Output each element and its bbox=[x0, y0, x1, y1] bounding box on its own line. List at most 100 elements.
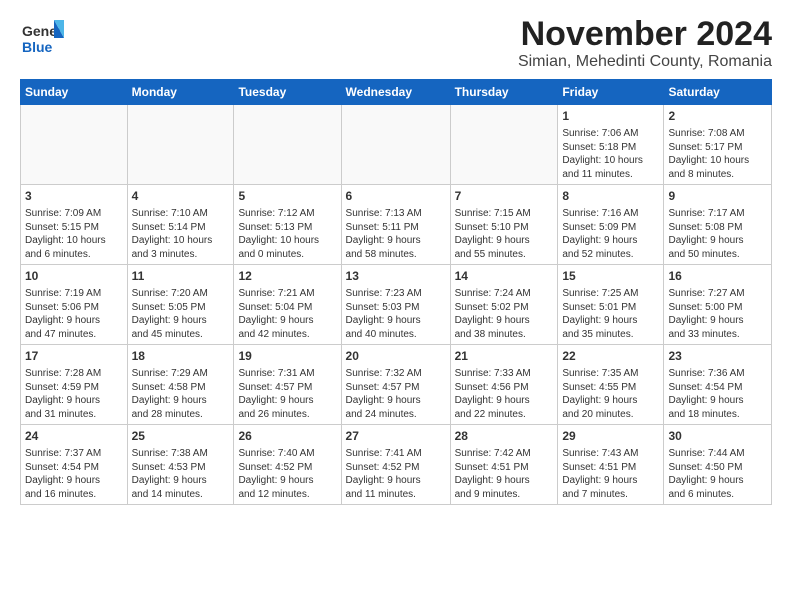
calendar-cell: 5 Sunrise: 7:12 AMSunset: 5:13 PMDaylight… bbox=[234, 185, 341, 265]
calendar-body: 1 Sunrise: 7:06 AMSunset: 5:18 PMDaylight… bbox=[21, 105, 772, 505]
logo: General Blue bbox=[20, 16, 64, 60]
day-number: 1 bbox=[562, 108, 659, 125]
weekday-header: Friday bbox=[558, 80, 664, 105]
weekday-header: Thursday bbox=[450, 80, 558, 105]
logo-svg: General Blue bbox=[20, 16, 64, 60]
day-info: Sunrise: 7:33 AMSunset: 4:56 PMDaylight:… bbox=[455, 367, 554, 421]
calendar-cell: 3 Sunrise: 7:09 AMSunset: 5:15 PMDaylight… bbox=[21, 185, 128, 265]
calendar-cell: 29 Sunrise: 7:43 AMSunset: 4:51 PMDayligh… bbox=[558, 425, 664, 505]
calendar-cell bbox=[234, 105, 341, 185]
day-number: 13 bbox=[346, 268, 446, 285]
day-info: Sunrise: 7:42 AMSunset: 4:51 PMDaylight:… bbox=[455, 447, 554, 501]
day-number: 16 bbox=[668, 268, 767, 285]
day-info: Sunrise: 7:32 AMSunset: 4:57 PMDaylight:… bbox=[346, 367, 446, 421]
calendar-cell: 30 Sunrise: 7:44 AMSunset: 4:50 PMDayligh… bbox=[664, 425, 772, 505]
day-info: Sunrise: 7:29 AMSunset: 4:58 PMDaylight:… bbox=[132, 367, 230, 421]
day-info: Sunrise: 7:12 AMSunset: 5:13 PMDaylight:… bbox=[238, 207, 336, 261]
day-number: 8 bbox=[562, 188, 659, 205]
calendar-cell: 25 Sunrise: 7:38 AMSunset: 4:53 PMDayligh… bbox=[127, 425, 234, 505]
day-info: Sunrise: 7:44 AMSunset: 4:50 PMDaylight:… bbox=[668, 447, 767, 501]
calendar-cell: 14Sunrise: 7:24 AMSunset: 5:02 PMDayligh… bbox=[450, 265, 558, 345]
day-number: 11 bbox=[132, 268, 230, 285]
day-number: 24 bbox=[25, 428, 123, 445]
day-info: Sunrise: 7:38 AMSunset: 4:53 PMDaylight:… bbox=[132, 447, 230, 501]
day-info: Sunrise: 7:09 AMSunset: 5:15 PMDaylight:… bbox=[25, 207, 123, 261]
day-number: 6 bbox=[346, 188, 446, 205]
calendar-cell: 15Sunrise: 7:25 AMSunset: 5:01 PMDayligh… bbox=[558, 265, 664, 345]
day-number: 28 bbox=[455, 428, 554, 445]
day-number: 4 bbox=[132, 188, 230, 205]
page: General Blue November 2024 Simian, Mehed… bbox=[0, 0, 792, 612]
day-info: Sunrise: 7:17 AMSunset: 5:08 PMDaylight:… bbox=[668, 207, 767, 261]
month-title: November 2024 bbox=[518, 16, 772, 53]
day-info: Sunrise: 7:35 AMSunset: 4:55 PMDaylight:… bbox=[562, 367, 659, 421]
calendar-table: SundayMondayTuesdayWednesdayThursdayFrid… bbox=[20, 79, 772, 505]
calendar-week: 24 Sunrise: 7:37 AMSunset: 4:54 PMDayligh… bbox=[21, 425, 772, 505]
day-info: Sunrise: 7:13 AMSunset: 5:11 PMDaylight:… bbox=[346, 207, 446, 261]
day-info: Sunrise: 7:28 AMSunset: 4:59 PMDaylight:… bbox=[25, 367, 123, 421]
calendar-cell: 20 Sunrise: 7:32 AMSunset: 4:57 PMDayligh… bbox=[341, 345, 450, 425]
day-number: 25 bbox=[132, 428, 230, 445]
calendar-cell: 28 Sunrise: 7:42 AMSunset: 4:51 PMDayligh… bbox=[450, 425, 558, 505]
calendar-cell: 26 Sunrise: 7:40 AMSunset: 4:52 PMDayligh… bbox=[234, 425, 341, 505]
calendar-cell bbox=[341, 105, 450, 185]
calendar-cell: 13 Sunrise: 7:23 AMSunset: 5:03 PMDayligh… bbox=[341, 265, 450, 345]
weekday-header: Saturday bbox=[664, 80, 772, 105]
calendar-cell bbox=[127, 105, 234, 185]
day-info: Sunrise: 7:41 AMSunset: 4:52 PMDaylight:… bbox=[346, 447, 446, 501]
day-number: 12 bbox=[238, 268, 336, 285]
day-number: 18 bbox=[132, 348, 230, 365]
calendar-cell: 21 Sunrise: 7:33 AMSunset: 4:56 PMDayligh… bbox=[450, 345, 558, 425]
day-info: Sunrise: 7:06 AMSunset: 5:18 PMDaylight:… bbox=[562, 127, 659, 181]
weekday-header: Monday bbox=[127, 80, 234, 105]
day-info: Sunrise: 7:15 AMSunset: 5:10 PMDaylight:… bbox=[455, 207, 554, 261]
weekday-header: Sunday bbox=[21, 80, 128, 105]
calendar-cell: 11 Sunrise: 7:20 AMSunset: 5:05 PMDayligh… bbox=[127, 265, 234, 345]
day-info: Sunrise: 7:10 AMSunset: 5:14 PMDaylight:… bbox=[132, 207, 230, 261]
calendar-cell: 12 Sunrise: 7:21 AMSunset: 5:04 PMDayligh… bbox=[234, 265, 341, 345]
calendar-cell bbox=[450, 105, 558, 185]
day-info: Sunrise: 7:27 AMSunset: 5:00 PMDaylight:… bbox=[668, 287, 767, 341]
day-info: Sunrise: 7:23 AMSunset: 5:03 PMDaylight:… bbox=[346, 287, 446, 341]
calendar-cell: 18 Sunrise: 7:29 AMSunset: 4:58 PMDayligh… bbox=[127, 345, 234, 425]
day-number: 26 bbox=[238, 428, 336, 445]
calendar-cell: 7 Sunrise: 7:15 AMSunset: 5:10 PMDaylight… bbox=[450, 185, 558, 265]
day-info: Sunrise: 7:21 AMSunset: 5:04 PMDaylight:… bbox=[238, 287, 336, 341]
day-info: Sunrise: 7:37 AMSunset: 4:54 PMDaylight:… bbox=[25, 447, 123, 501]
day-number: 5 bbox=[238, 188, 336, 205]
calendar-cell: 22Sunrise: 7:35 AMSunset: 4:55 PMDayligh… bbox=[558, 345, 664, 425]
day-number: 3 bbox=[25, 188, 123, 205]
calendar-cell: 16 Sunrise: 7:27 AMSunset: 5:00 PMDayligh… bbox=[664, 265, 772, 345]
calendar-cell: 17Sunrise: 7:28 AMSunset: 4:59 PMDayligh… bbox=[21, 345, 128, 425]
calendar-week: 3 Sunrise: 7:09 AMSunset: 5:15 PMDaylight… bbox=[21, 185, 772, 265]
svg-text:Blue: Blue bbox=[22, 39, 53, 55]
day-info: Sunrise: 7:20 AMSunset: 5:05 PMDaylight:… bbox=[132, 287, 230, 341]
day-info: Sunrise: 7:08 AMSunset: 5:17 PMDaylight:… bbox=[668, 127, 767, 181]
calendar-cell: 10Sunrise: 7:19 AMSunset: 5:06 PMDayligh… bbox=[21, 265, 128, 345]
calendar-week: 1 Sunrise: 7:06 AMSunset: 5:18 PMDaylight… bbox=[21, 105, 772, 185]
calendar-week: 17Sunrise: 7:28 AMSunset: 4:59 PMDayligh… bbox=[21, 345, 772, 425]
day-info: Sunrise: 7:16 AMSunset: 5:09 PMDaylight:… bbox=[562, 207, 659, 261]
day-number: 20 bbox=[346, 348, 446, 365]
day-number: 14 bbox=[455, 268, 554, 285]
day-number: 2 bbox=[668, 108, 767, 125]
location-subtitle: Simian, Mehedinti County, Romania bbox=[518, 53, 772, 71]
weekday-header: Tuesday bbox=[234, 80, 341, 105]
calendar-cell: 19 Sunrise: 7:31 AMSunset: 4:57 PMDayligh… bbox=[234, 345, 341, 425]
day-number: 21 bbox=[455, 348, 554, 365]
weekday-header: Wednesday bbox=[341, 80, 450, 105]
day-number: 7 bbox=[455, 188, 554, 205]
day-info: Sunrise: 7:31 AMSunset: 4:57 PMDaylight:… bbox=[238, 367, 336, 421]
day-number: 30 bbox=[668, 428, 767, 445]
title-block: November 2024 Simian, Mehedinti County, … bbox=[518, 16, 772, 71]
day-info: Sunrise: 7:43 AMSunset: 4:51 PMDaylight:… bbox=[562, 447, 659, 501]
day-info: Sunrise: 7:40 AMSunset: 4:52 PMDaylight:… bbox=[238, 447, 336, 501]
calendar-cell: 2 Sunrise: 7:08 AMSunset: 5:17 PMDaylight… bbox=[664, 105, 772, 185]
day-number: 27 bbox=[346, 428, 446, 445]
calendar-cell: 23Sunrise: 7:36 AMSunset: 4:54 PMDayligh… bbox=[664, 345, 772, 425]
calendar-cell: 1 Sunrise: 7:06 AMSunset: 5:18 PMDaylight… bbox=[558, 105, 664, 185]
day-number: 29 bbox=[562, 428, 659, 445]
day-number: 19 bbox=[238, 348, 336, 365]
calendar-cell: 8 Sunrise: 7:16 AMSunset: 5:09 PMDaylight… bbox=[558, 185, 664, 265]
weekday-row: SundayMondayTuesdayWednesdayThursdayFrid… bbox=[21, 80, 772, 105]
